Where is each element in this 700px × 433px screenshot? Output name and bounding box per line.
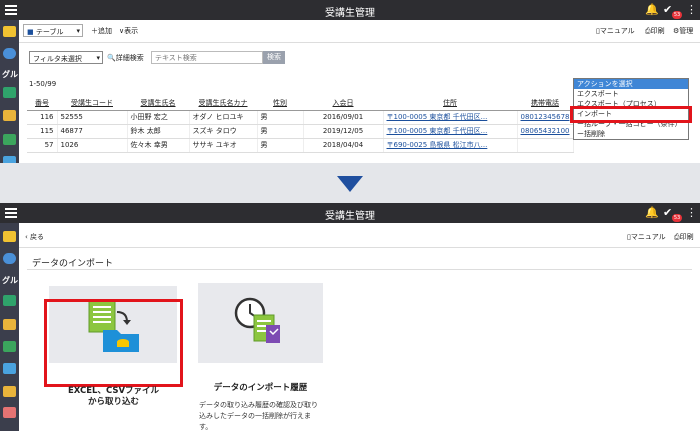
sidebar: グル [0,223,19,431]
advanced-search-button[interactable]: 🔍詳細検索 [107,53,144,63]
database-icon[interactable] [3,48,16,59]
import-card-highlight-box [44,299,183,387]
import-history-card[interactable] [198,283,323,363]
filter-select[interactable]: フィルタ未選択 ▾ [29,51,103,64]
cell-code: 52555 [57,110,128,125]
card-icon[interactable] [3,386,16,397]
cell-phone[interactable]: 08065432100 [517,124,574,139]
cell-kana: スズキ タロウ [189,124,258,139]
cell-code: 1026 [57,138,128,153]
column-header[interactable]: 受講生コード [57,96,127,111]
record-range: 1-50/99 [29,80,57,88]
cell-phone[interactable]: 08012345678 [517,110,574,125]
list-icon[interactable] [3,110,16,121]
chevron-right-icon[interactable] [3,87,16,98]
cell-name: 小田野 宏之 [127,110,190,125]
cell-kana: ササキ ユキオ [189,138,258,153]
table-header-row: 番号 受講生コード 受講生氏名 受講生氏名カナ 性別 入会日 住所 携帯電話 [27,96,573,111]
section-divider [27,269,692,270]
bell-icon[interactable]: 🔔 [645,206,659,220]
chat-icon[interactable] [3,363,16,374]
search-button[interactable]: 検索 [263,51,285,64]
search-input[interactable] [151,51,263,64]
column-header[interactable]: 性別 [257,96,303,111]
import-history-title[interactable]: データのインポート履歴 [198,383,323,394]
print-button[interactable]: ⎙印刷 [645,26,665,36]
notification-badge: 53 [672,11,682,19]
cell-name: 佐々木 幸男 [127,138,190,153]
cell-join-date: 2019/12/05 [303,124,384,139]
view-select[interactable]: ■ テーブル ▾ [23,24,83,37]
list-icon[interactable] [3,319,16,330]
data-table: 番号 受講生コード 受講生氏名 受講生氏名カナ 性別 入会日 住所 携帯電話 1… [27,96,574,153]
manual-button[interactable]: ▯マニュアル [627,232,666,242]
calendar-icon[interactable] [3,407,16,418]
cell-code: 46877 [57,124,128,139]
import-history-description: データの取り込み履歴の確認及び取り 込みしたデータの一括削除が行えま す。 [199,401,318,431]
cell-gender: 男 [257,138,304,153]
action-option[interactable]: ー括削除 [574,129,688,139]
notification-badge: 53 [672,214,682,222]
home-icon[interactable] [3,26,16,37]
back-button[interactable]: ‹ 戻る [25,232,44,242]
table-row[interactable]: 115 46877 鈴木 太郎 スズキ タロウ 男 2019/12/05 〒10… [27,124,574,139]
title-bar: 受講生管理 🔔 ✔ 53 ⋮ [0,203,700,223]
column-header[interactable]: 携帯電話 [517,96,573,111]
cell-address[interactable]: 〒100-0005 東京都 千代田区... [383,124,518,139]
cell-name: 鈴木 太郎 [127,124,190,139]
column-header[interactable]: 受講生氏名 [127,96,189,111]
bottom-screen: 受講生管理 🔔 ✔ 53 ⋮ グル ‹ 戻る ▯マニュアル ⎙印刷 データのイン… [0,203,700,431]
checkmark-icon[interactable]: ✔ [663,206,672,220]
cell-number: 57 [27,138,58,153]
toolbar-divider [19,42,700,43]
bell-icon[interactable]: 🔔 [645,3,659,17]
down-arrow-icon [337,176,363,192]
print-button[interactable]: ⎙印刷 [674,232,694,242]
cell-gender: 男 [257,110,304,125]
cell-address[interactable]: 〒100-0005 東京都 千代田区... [383,110,518,125]
chevron-right-icon[interactable] [3,295,16,306]
display-button[interactable]: ∨表示 [119,26,138,36]
manual-button[interactable]: ▯マニュアル [596,26,635,36]
toolbar-divider [19,247,700,248]
cell-kana: オダノ ヒロユキ [189,110,258,125]
cell-phone[interactable] [517,138,574,153]
sidebar-group-label: グル [2,276,18,285]
column-header[interactable]: 番号 [27,96,57,111]
add-button[interactable]: ＋追加 [91,26,112,36]
section-heading: データのインポート [32,259,114,269]
sidebar: グル [0,20,19,167]
top-screen: 受講生管理 🔔 ✔ 53 ⋮ グル ■ テーブル ▾ ＋追加 ∨表示 ▯マニュアル… [0,0,700,167]
action-option[interactable]: アクションを選択 [574,79,688,89]
sidebar-group-label: グル [2,70,18,79]
column-header[interactable]: 受講生氏名カナ [189,96,257,111]
import-highlight-box [570,106,692,123]
more-vertical-icon[interactable]: ⋮ [686,206,697,220]
excel-csv-import-title[interactable]: EXCEL、CSVファイル から取り込む [44,386,183,408]
home-icon[interactable] [3,231,16,242]
cell-join-date: 2018/04/04 [303,138,384,153]
cell-number: 116 [27,110,58,125]
checkmark-icon[interactable]: ✔ [663,3,672,17]
main-content: ‹ 戻る ▯マニュアル ⎙印刷 データのインポート EXCEL、CSVファイル … [19,223,700,431]
cell-gender: 男 [257,124,304,139]
admin-button[interactable]: ⚙管理 [673,26,693,36]
cell-address[interactable]: 〒690-0025 島根県 松江市八... [383,138,518,153]
app-title: 受講生管理 [325,8,375,19]
title-bar: 受講生管理 🔔 ✔ 53 ⋮ [0,0,700,20]
column-header[interactable]: 住所 [383,96,517,111]
check-list-icon[interactable] [3,341,16,352]
check-list-icon[interactable] [3,134,16,145]
action-option[interactable]: エクスポート [574,89,688,99]
cell-join-date: 2016/09/01 [303,110,384,125]
more-vertical-icon[interactable]: ⋮ [686,3,697,17]
main-content: ■ テーブル ▾ ＋追加 ∨表示 ▯マニュアル ⎙印刷 ⚙管理 フィルタ未選択 ▾ … [19,20,700,163]
table-row[interactable]: 116 52555 小田野 宏之 オダノ ヒロユキ 男 2016/09/01 〒… [27,110,574,125]
column-header[interactable]: 入会日 [303,96,383,111]
table-row[interactable]: 57 1026 佐々木 幸男 ササキ ユキオ 男 2018/04/04 〒690… [27,138,574,153]
history-clock-icon [234,297,280,343]
cell-number: 115 [27,124,58,139]
database-icon[interactable] [3,253,16,264]
app-title: 受講生管理 [325,211,375,222]
